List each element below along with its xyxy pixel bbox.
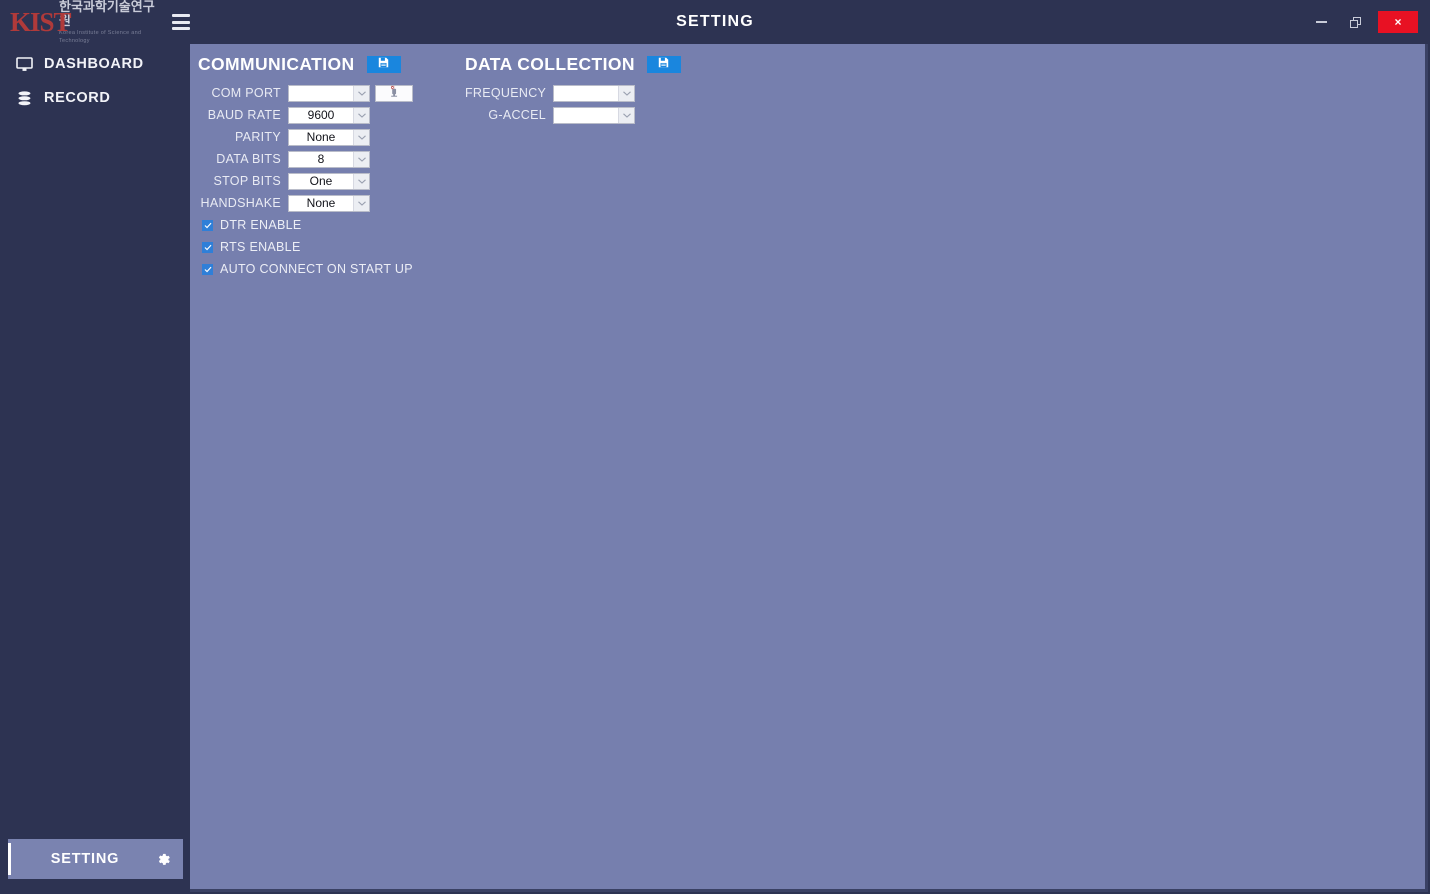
data-bits-select[interactable]: 8 <box>288 150 370 168</box>
auto-connect-checkbox-row[interactable]: AUTO CONNECT ON START UP <box>202 258 413 280</box>
data-collection-panel: DATA COLLECTION FREQUENCY G-ACCEL <box>465 52 681 126</box>
title-bar: KIST 한국과학기술연구원 Korea Institute of Scienc… <box>0 0 1430 44</box>
monitor-icon <box>10 56 38 72</box>
hamburger-bar <box>171 20 190 24</box>
chevron-down-icon <box>353 151 369 167</box>
dtr-enable-checkbox[interactable] <box>202 219 213 231</box>
chevron-down-icon <box>618 85 634 101</box>
com-port-label: COM PORT <box>211 86 281 100</box>
handshake-select[interactable]: None <box>288 194 370 212</box>
data-collection-panel-body: FREQUENCY G-ACCEL <box>465 82 681 126</box>
rts-enable-label: RTS ENABLE <box>220 240 301 254</box>
parity-label: PARITY <box>234 130 281 144</box>
save-data-collection-button[interactable] <box>646 55 681 73</box>
rts-enable-checkbox[interactable] <box>202 241 213 253</box>
panel-title: DATA COLLECTION <box>465 53 635 74</box>
stop-bits-select[interactable]: One <box>288 172 370 190</box>
chevron-down-icon <box>618 107 634 123</box>
minimize-icon[interactable] <box>1304 9 1338 35</box>
chevron-down-icon <box>353 85 369 101</box>
window-controls: × <box>1304 0 1430 44</box>
data-bits-value: 8 <box>317 151 325 166</box>
parity-select[interactable]: None <box>288 128 370 146</box>
active-indicator <box>8 843 11 875</box>
sidebar-item-record[interactable]: RECORD <box>0 81 190 115</box>
save-floppy-icon <box>378 55 389 73</box>
field-row-com-port: COM PORT <box>198 82 413 104</box>
hamburger-bar <box>171 14 190 17</box>
data-bits-label: DATA BITS <box>216 152 281 166</box>
close-icon[interactable]: × <box>1378 11 1418 33</box>
database-icon <box>10 90 38 106</box>
panel-title: COMMUNICATION <box>198 53 355 74</box>
sidebar-item-setting[interactable]: SETTING <box>8 839 183 879</box>
handshake-value: None <box>306 195 336 210</box>
field-row-data-bits: DATA BITS 8 <box>198 148 413 170</box>
chevron-down-icon <box>353 129 369 145</box>
brand-name-english: Korea Institute of Science and Technolog… <box>59 29 142 44</box>
field-row-handshake: HANDSHAKE None <box>198 192 413 214</box>
com-port-select[interactable] <box>288 84 370 102</box>
field-row-baud-rate: BAUD RATE 9600 <box>198 104 413 126</box>
sidebar-item-dashboard[interactable]: DASHBOARD <box>0 47 190 81</box>
stop-bits-label: STOP BITS <box>213 174 281 188</box>
auto-connect-label: AUTO CONNECT ON START UP <box>220 262 413 276</box>
minimize-glyph <box>1315 21 1327 23</box>
hamburger-icon[interactable] <box>171 14 190 30</box>
save-communication-button[interactable] <box>366 55 401 73</box>
frequency-label: FREQUENCY <box>465 86 547 100</box>
hamburger-bar <box>171 27 190 30</box>
save-floppy-icon <box>658 55 669 73</box>
restore-square-front <box>1349 19 1358 28</box>
sidebar: DASHBOARD RECORD SETTING <box>0 44 190 894</box>
dtr-enable-label: DTR ENABLE <box>220 218 302 232</box>
chevron-down-icon <box>353 173 369 189</box>
auto-connect-checkbox[interactable] <box>202 263 213 275</box>
baud-rate-value: 9600 <box>307 107 335 122</box>
baud-rate-label: BAUD RATE <box>207 108 281 122</box>
frequency-select[interactable] <box>553 84 635 102</box>
rts-enable-checkbox-row[interactable]: RTS ENABLE <box>202 236 413 258</box>
chevron-down-icon <box>353 107 369 123</box>
sidebar-item-label: DASHBOARD <box>44 56 144 72</box>
field-row-parity: PARITY None <box>198 126 413 148</box>
dtr-enable-checkbox-row[interactable]: DTR ENABLE <box>202 214 413 236</box>
communication-panel-body: COM PORT BAUD RATE 9600 PARITY None DATA… <box>198 82 413 280</box>
sidebar-item-label: RECORD <box>44 90 111 106</box>
parity-value: None <box>306 129 336 144</box>
page-title: SETTING <box>676 13 754 30</box>
brand-logo-group: KIST 한국과학기술연구원 Korea Institute of Scienc… <box>0 0 190 44</box>
field-row-stop-bits: STOP BITS One <box>198 170 413 192</box>
data-collection-panel-header: DATA COLLECTION <box>465 52 681 76</box>
brand-name-group: 한국과학기술연구원 Korea Institute of Science and… <box>59 0 164 45</box>
restore-icon[interactable] <box>1338 9 1372 35</box>
stop-bits-value: One <box>309 173 333 188</box>
chevron-down-icon <box>353 195 369 211</box>
field-row-g-accel: G-ACCEL <box>465 104 681 126</box>
field-row-frequency: FREQUENCY <box>465 82 681 104</box>
refresh-ports-button[interactable] <box>375 84 413 102</box>
brand-name-korean: 한국과학기술연구원 <box>59 0 155 28</box>
settings-panels: COMMUNICATION COM PORT BAUD RATE 9600 PA… <box>198 52 681 280</box>
gear-icon <box>156 852 171 867</box>
communication-panel-header: COMMUNICATION <box>198 52 413 76</box>
sidebar-item-label: SETTING <box>50 851 120 867</box>
baud-rate-select[interactable]: 9600 <box>288 106 370 124</box>
kist-logo: KIST <box>10 6 72 37</box>
restore-glyph <box>1349 16 1361 28</box>
main-content: COMMUNICATION COM PORT BAUD RATE 9600 PA… <box>190 44 1428 892</box>
g-accel-select[interactable] <box>553 106 635 124</box>
handshake-label: HANDSHAKE <box>200 196 281 210</box>
communication-panel: COMMUNICATION COM PORT BAUD RATE 9600 PA… <box>198 52 413 280</box>
refresh-ports-icon <box>388 84 401 102</box>
g-accel-label: G-ACCEL <box>488 108 546 122</box>
